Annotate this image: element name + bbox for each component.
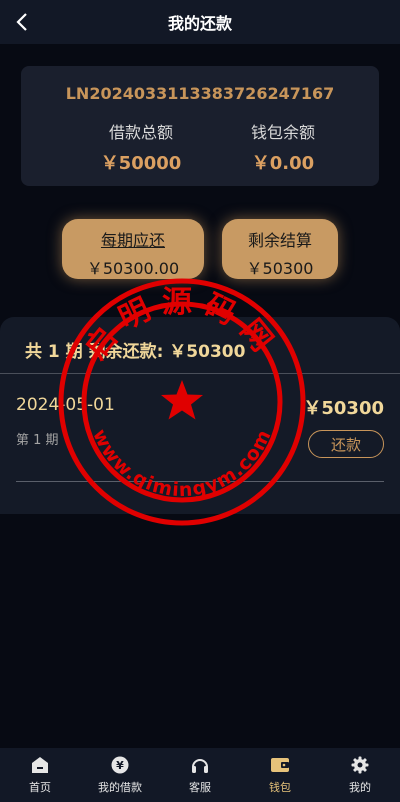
installment-amount: ￥50300 [303,398,384,419]
remaining-settlement-label: 剩余结算 [247,231,312,250]
top-nav-bar: 我的还款 [0,0,400,44]
wallet-balance-label: 钱包余额 [250,123,315,142]
tab-label: 钱包 [269,781,291,794]
remaining-settlement-value: ￥50300 [246,259,314,278]
svg-text:¥: ¥ [116,759,124,772]
wallet-balance-stat: 钱包余额 ￥0.00 [213,119,353,175]
remaining-settlement-pill[interactable]: 剩余结算 ￥50300 [222,219,338,279]
wallet-icon [270,755,290,775]
loan-total-stat: 借款总额 ￥50000 [71,119,211,175]
repayment-summary: 共 1 期 剩余还款: ￥50300 [25,342,246,362]
home-icon [30,755,50,775]
tab-home[interactable]: 首页 [0,748,80,802]
page-title: 我的还款 [167,14,232,33]
loan-summary-card: LN2024033113383726247167 借款总额 ￥50000 钱包余… [21,66,379,186]
divider [16,481,384,482]
tab-customer-service[interactable]: 客服 [160,748,240,802]
installment-date: 2024-05-01 [16,395,115,415]
repayment-list-card: 共 1 期 剩余还款: ￥50300 2024-05-01 ￥50300 第 1… [0,317,400,514]
tab-label: 我的借款 [98,781,142,794]
tab-label: 客服 [189,781,211,794]
repay-button[interactable]: 还款 [308,430,384,458]
headset-icon [190,755,210,775]
divider [0,373,400,374]
loan-number: LN2024033113383726247167 [65,84,335,103]
per-period-due-pill[interactable]: 每期应还 ￥50300.00 [62,219,204,279]
tab-my-loans[interactable]: ¥ 我的借款 [80,748,160,802]
tab-label: 首页 [29,781,51,794]
tab-profile[interactable]: 我的 [320,748,400,802]
bottom-tab-bar: 首页 ¥ 我的借款 客服 钱包 我的 [0,748,400,802]
back-button[interactable] [10,8,34,36]
loan-total-label: 借款总额 [108,123,173,142]
wallet-balance-value: ￥0.00 [251,153,315,174]
tab-label: 我的 [349,781,371,794]
gear-icon [350,755,370,775]
loan-total-value: ￥50000 [100,153,182,174]
per-period-due-label: 每期应还 [100,231,165,250]
tab-wallet[interactable]: 钱包 [240,748,320,802]
per-period-due-value: ￥50300.00 [86,259,180,278]
yen-coin-icon: ¥ [110,755,130,775]
chevron-left-icon [16,13,27,31]
installment-period: 第 1 期 [16,433,59,448]
